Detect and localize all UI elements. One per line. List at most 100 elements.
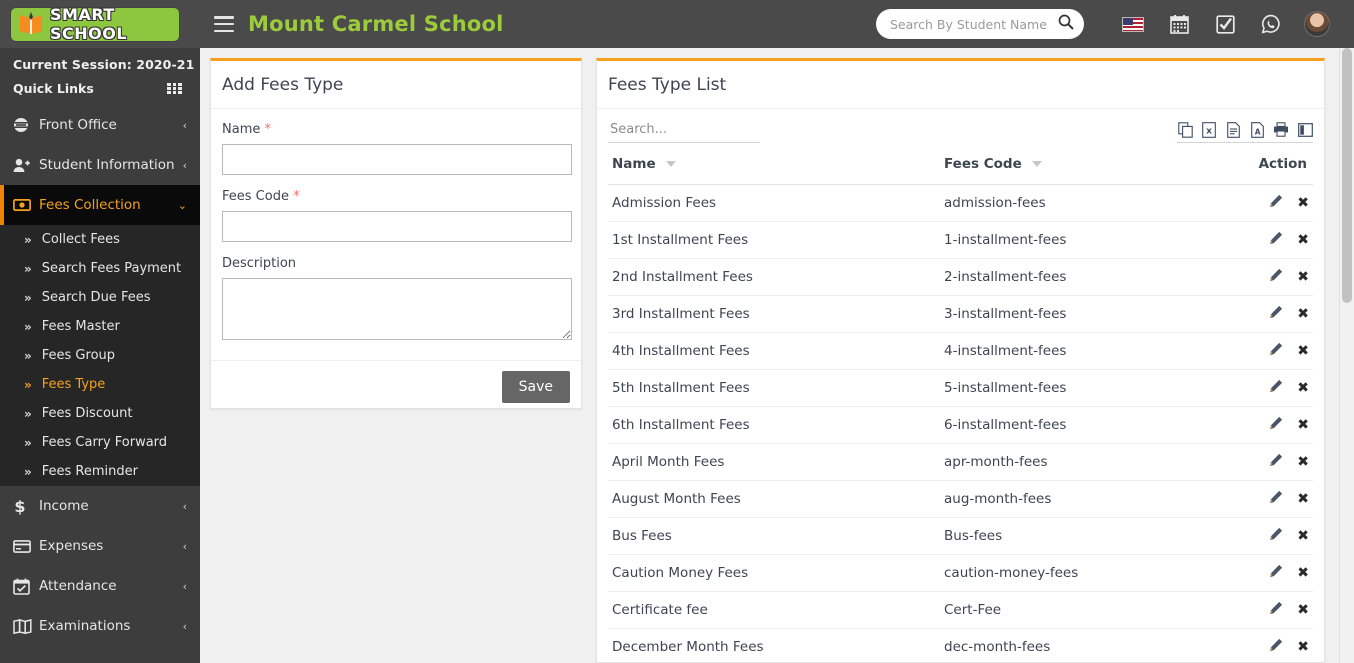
sidebar-item-label: Fees Collection (39, 197, 141, 213)
sidebar-subitem-label: Fees Type (41, 377, 106, 392)
cell-actions: ✖ (1200, 295, 1313, 333)
money-icon (13, 199, 39, 211)
sidebar-subitem-collect-fees[interactable]: » Collect Fees (0, 225, 200, 254)
search-input[interactable] (890, 16, 1058, 32)
cell-name: 3rd Installment Fees (608, 295, 940, 333)
sidebar-subitem-search-fees-payment[interactable]: » Search Fees Payment (0, 254, 200, 283)
sidebar-item-examinations[interactable]: Examinations ‹ (0, 606, 200, 646)
cell-actions: ✖ (1200, 369, 1313, 407)
chevron-double-right-icon: » (24, 464, 32, 479)
excel-icon[interactable]: x (1201, 121, 1217, 138)
delete-x-icon[interactable]: ✖ (1297, 269, 1309, 285)
csv-icon[interactable] (1225, 121, 1241, 138)
sidebar-subitem-label: Fees Reminder (41, 464, 138, 479)
whatsapp-icon[interactable] (1248, 14, 1294, 34)
fees-type-list-title: Fees Type List (597, 61, 1324, 109)
edit-pencil-icon[interactable] (1269, 601, 1283, 619)
delete-x-icon[interactable]: ✖ (1297, 380, 1309, 396)
cell-actions: ✖ (1200, 554, 1313, 592)
delete-x-icon[interactable]: ✖ (1297, 454, 1309, 470)
language-flag-icon[interactable] (1110, 16, 1156, 32)
delete-x-icon[interactable]: ✖ (1297, 417, 1309, 433)
search-icon[interactable] (1058, 14, 1074, 34)
sidebar-item-income[interactable]: $ Income ‹ (0, 486, 200, 526)
edit-pencil-icon[interactable] (1269, 416, 1283, 434)
delete-x-icon[interactable]: ✖ (1297, 343, 1309, 359)
delete-x-icon[interactable]: ✖ (1297, 639, 1309, 655)
table-head: Name Fees Code Action (608, 143, 1313, 185)
chevron-double-right-icon: » (24, 435, 32, 450)
calendar-icon[interactable] (1156, 14, 1202, 34)
fees-collection-submenu: » Collect Fees » Search Fees Payment » S… (0, 225, 200, 486)
add-fees-type-card: Add Fees Type Name * Fees Code * Descrip… (210, 58, 582, 409)
task-check-icon[interactable] (1202, 14, 1248, 34)
user-avatar[interactable] (1294, 11, 1340, 37)
logo-zone: SMART SCHOOL (0, 0, 200, 48)
menu-toggle-icon[interactable] (214, 16, 234, 32)
grid-icon[interactable] (167, 83, 182, 94)
table-header-row: Name Fees Code Action (608, 143, 1313, 185)
delete-x-icon[interactable]: ✖ (1297, 602, 1309, 618)
edit-pencil-icon[interactable] (1269, 342, 1283, 360)
name-input[interactable] (222, 144, 572, 175)
quick-links-row[interactable]: Quick Links (13, 81, 200, 96)
column-visibility-icon[interactable] (1297, 121, 1313, 138)
sidebar-subitem-fees-master[interactable]: » Fees Master (0, 312, 200, 341)
cell-fees-code: 3-installment-fees (940, 295, 1201, 333)
edit-pencil-icon[interactable] (1269, 638, 1283, 656)
form-footer: Save (211, 360, 581, 413)
sidebar-subitem-fees-type[interactable]: » Fees Type (0, 370, 200, 399)
delete-x-icon[interactable]: ✖ (1297, 195, 1309, 211)
delete-x-icon[interactable]: ✖ (1297, 528, 1309, 544)
copy-icon[interactable] (1177, 121, 1193, 138)
column-header-name[interactable]: Name (608, 143, 940, 185)
sidebar-subitem-fees-carry-forward[interactable]: » Fees Carry Forward (0, 428, 200, 457)
edit-pencil-icon[interactable] (1269, 379, 1283, 397)
print-icon[interactable] (1273, 121, 1289, 138)
sidebar-item-attendance[interactable]: Attendance ‹ (0, 566, 200, 606)
fees-type-table: Name Fees Code Action Admission Fees admi… (608, 143, 1313, 662)
table-search-input[interactable] (608, 119, 760, 143)
page-scrollbar[interactable] (1339, 48, 1354, 663)
calendar-check-icon (13, 578, 39, 595)
sidebar-item-fees-collection[interactable]: Fees Collection ⌄ (0, 185, 200, 225)
sidebar-item-expenses[interactable]: Expenses ‹ (0, 526, 200, 566)
pdf-icon[interactable]: A (1249, 121, 1265, 138)
delete-x-icon[interactable]: ✖ (1297, 491, 1309, 507)
edit-pencil-icon[interactable] (1269, 453, 1283, 471)
edit-pencil-icon[interactable] (1269, 305, 1283, 323)
sidebar-subitem-fees-reminder[interactable]: » Fees Reminder (0, 457, 200, 486)
add-fees-type-form: Name * Fees Code * Description (211, 109, 581, 360)
sidebar-subitem-search-due-fees[interactable]: » Search Due Fees (0, 283, 200, 312)
student-search-box[interactable] (876, 9, 1084, 39)
delete-x-icon[interactable]: ✖ (1297, 565, 1309, 581)
add-fees-type-title: Add Fees Type (211, 61, 581, 109)
edit-pencil-icon[interactable] (1269, 564, 1283, 582)
page-title: Mount Carmel School (248, 12, 504, 36)
edit-pencil-icon[interactable] (1269, 527, 1283, 545)
sidebar-subitem-label: Search Fees Payment (41, 261, 182, 276)
column-header-fees-code[interactable]: Fees Code (940, 143, 1201, 185)
description-textarea[interactable] (222, 278, 572, 340)
name-label: Name * (222, 122, 570, 137)
edit-pencil-icon[interactable] (1269, 231, 1283, 249)
us-flag (1122, 16, 1144, 32)
scrollbar-thumb[interactable] (1342, 48, 1352, 303)
table-row: April Month Fees apr-month-fees ✖ (608, 443, 1313, 481)
edit-pencil-icon[interactable] (1269, 268, 1283, 286)
delete-x-icon[interactable]: ✖ (1297, 306, 1309, 322)
app-logo[interactable]: SMART SCHOOL (11, 5, 179, 43)
sidebar-subitem-fees-discount[interactable]: » Fees Discount (0, 399, 200, 428)
sidebar-item-student-information[interactable]: Student Information ‹ (0, 145, 200, 185)
edit-pencil-icon[interactable] (1269, 490, 1283, 508)
export-tools: x A (1177, 121, 1313, 143)
save-button[interactable]: Save (501, 371, 570, 403)
cell-name: 1st Installment Fees (608, 221, 940, 259)
sidebar-subitem-fees-group[interactable]: » Fees Group (0, 341, 200, 370)
edit-pencil-icon[interactable] (1269, 194, 1283, 212)
sidebar-item-front-office[interactable]: Front Office ‹ (0, 105, 200, 145)
cell-fees-code: apr-month-fees (940, 443, 1201, 481)
delete-x-icon[interactable]: ✖ (1297, 232, 1309, 248)
sidebar-subitem-label: Fees Carry Forward (41, 435, 168, 450)
fees-code-input[interactable] (222, 211, 572, 242)
